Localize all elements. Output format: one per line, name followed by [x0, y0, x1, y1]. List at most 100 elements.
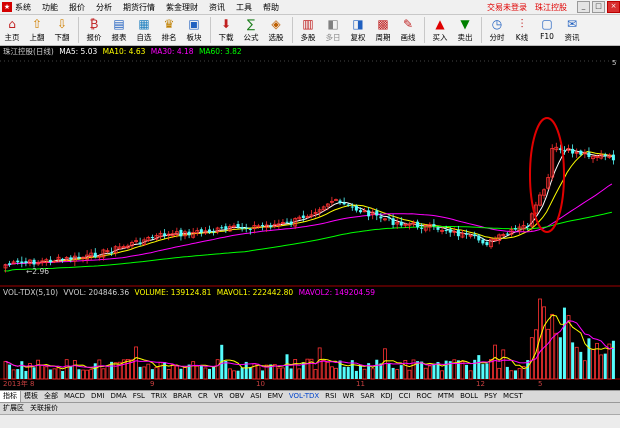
- tab-cci[interactable]: CCI: [396, 391, 414, 402]
- tab-rsi[interactable]: RSI: [322, 391, 339, 402]
- menu-item-quote[interactable]: 报价: [69, 2, 85, 13]
- volume-bar: [387, 363, 391, 379]
- tab-brar[interactable]: BRAR: [170, 391, 195, 402]
- menu-item-help[interactable]: 帮助: [263, 2, 279, 13]
- volume-bar: [146, 363, 151, 380]
- toolbar-label: 买入: [432, 33, 448, 42]
- sector-icon: ▣: [188, 17, 200, 31]
- volume-bar: [64, 359, 69, 380]
- volume-bar: [423, 367, 428, 380]
- tab-dma[interactable]: DMA: [107, 391, 129, 402]
- toolbar-label: 下翻: [54, 33, 70, 42]
- tab-dmi[interactable]: DMI: [88, 391, 108, 402]
- candle-body: [514, 228, 517, 230]
- tab-sar[interactable]: SAR: [357, 391, 377, 402]
- menu-item-function[interactable]: 功能: [42, 2, 58, 13]
- volume-bar: [362, 368, 367, 380]
- tab-psy[interactable]: PSY: [481, 391, 500, 402]
- kline-chart[interactable]: ←2.96 5: [0, 57, 620, 380]
- toolbar-quote-button[interactable]: ₿ 报价: [82, 15, 106, 45]
- tab-obv[interactable]: OBV: [226, 391, 247, 402]
- toolbar-formula-button[interactable]: ∑ 公式: [239, 15, 263, 45]
- toolbar-label: F10: [540, 32, 554, 41]
- mavol2-line: [5, 320, 614, 368]
- toolbar-multi-day-button[interactable]: ◧ 多日: [321, 15, 345, 45]
- toolbar-intraday-button[interactable]: ◷ 分时: [485, 15, 509, 45]
- tab-kdj[interactable]: KDJ: [378, 391, 396, 402]
- volume-bar: [56, 367, 61, 380]
- stock-picker-icon: ◈: [271, 17, 281, 31]
- tab-mcst[interactable]: MCST: [500, 391, 526, 402]
- menu-item-analysis[interactable]: 分析: [96, 2, 112, 13]
- toolbar-news-button[interactable]: ✉ 资讯: [560, 15, 584, 45]
- toolbar-draw-line-button[interactable]: ✎ 画线: [396, 15, 420, 45]
- candle-body: [208, 229, 211, 233]
- minimize-button[interactable]: _: [577, 1, 590, 13]
- menu-item-futures[interactable]: 期货行情: [123, 2, 155, 13]
- tab-cr[interactable]: CR: [195, 391, 211, 402]
- toolbar-multi-stock-button[interactable]: ▥ 多股: [296, 15, 320, 45]
- candle-body: [61, 258, 65, 260]
- toolbar-label: 画线: [400, 33, 416, 42]
- tab-template[interactable]: 模板: [21, 391, 41, 402]
- candle-body: [465, 233, 469, 235]
- toolbar-favorites-button[interactable]: ▦ 自选: [132, 15, 156, 45]
- menu-item-news[interactable]: 资讯: [209, 2, 225, 13]
- candle-body: [77, 256, 81, 259]
- toolbar-home-button[interactable]: ⌂ 主页: [0, 15, 24, 45]
- close-button[interactable]: ×: [607, 1, 620, 13]
- tab-boll[interactable]: BOLL: [457, 391, 481, 402]
- volume-bar: [232, 370, 236, 380]
- volume-bar: [236, 370, 240, 379]
- candle-body: [579, 150, 583, 155]
- candle-body: [603, 154, 607, 156]
- menu-item-finance[interactable]: 紫金理财: [166, 2, 198, 13]
- volume-bar: [150, 369, 154, 379]
- tab-vol-tdx[interactable]: VOL-TDX: [286, 391, 322, 402]
- toolbar-stock-picker-button[interactable]: ◈ 选股: [264, 15, 288, 45]
- date-axis: 2013年 8 9 10 11 12 5: [0, 380, 620, 389]
- toolbar-ranking-button[interactable]: ♛ 排名: [157, 15, 181, 45]
- annotation-ellipse: [529, 117, 565, 233]
- volume-bar: [558, 337, 562, 379]
- toolbar-sell-button[interactable]: ▼ 卖出: [453, 15, 477, 45]
- toolbar-adjust-button[interactable]: ◨ 复权: [346, 15, 370, 45]
- toolbar-download-button[interactable]: ⬇ 下载: [214, 15, 238, 45]
- trade-login-status[interactable]: 交易未登录: [487, 2, 527, 13]
- volume-bar: [61, 370, 65, 379]
- toolbar-sector-button[interactable]: ▣ 板块: [182, 15, 206, 45]
- tab-emv[interactable]: EMV: [265, 391, 286, 402]
- app-logo-icon: ★: [2, 2, 12, 12]
- ma10-line: [3, 150, 612, 266]
- toolbar-report-button[interactable]: ▤ 报表: [107, 15, 131, 45]
- tab-mtm[interactable]: MTM: [435, 391, 457, 402]
- menu-item-system[interactable]: 系统: [15, 2, 31, 13]
- tab-related-quote[interactable]: 关联报价: [27, 403, 61, 414]
- tab-asi[interactable]: ASI: [247, 391, 264, 402]
- candle-body: [587, 152, 591, 157]
- tab-trix[interactable]: TRIX: [148, 391, 170, 402]
- candle-body: [32, 259, 36, 265]
- maximize-button[interactable]: □: [592, 1, 605, 13]
- toolbar-page-down-button[interactable]: ⇩ 下翻: [50, 15, 74, 45]
- volume-bar: [354, 370, 358, 379]
- volume-bar: [399, 365, 403, 379]
- tab-fsl[interactable]: FSL: [130, 391, 148, 402]
- toolbar-period-button[interactable]: ▩ 周期: [371, 15, 395, 45]
- candle-body: [269, 225, 273, 228]
- menu-item-tools[interactable]: 工具: [236, 2, 252, 13]
- tab-macd[interactable]: MACD: [61, 391, 88, 402]
- tab-all[interactable]: 全部: [41, 391, 61, 402]
- tab-vr[interactable]: VR: [211, 391, 227, 402]
- tab-indicator[interactable]: 指标: [0, 391, 21, 402]
- volume-bar: [248, 367, 252, 379]
- volume-bar: [509, 370, 514, 380]
- toolbar-page-up-button[interactable]: ⇧ 上翻: [25, 15, 49, 45]
- toolbar-kline-button[interactable]: ⫶ K线: [510, 15, 534, 45]
- tab-roc[interactable]: ROC: [413, 391, 434, 402]
- tab-wr[interactable]: WR: [340, 391, 358, 402]
- toolbar-f10-button[interactable]: ▢ F10: [535, 15, 559, 45]
- toolbar-buy-button[interactable]: ▲ 买入: [428, 15, 452, 45]
- candle-body: [150, 236, 154, 239]
- tab-extension-area[interactable]: 扩展区: [0, 403, 27, 414]
